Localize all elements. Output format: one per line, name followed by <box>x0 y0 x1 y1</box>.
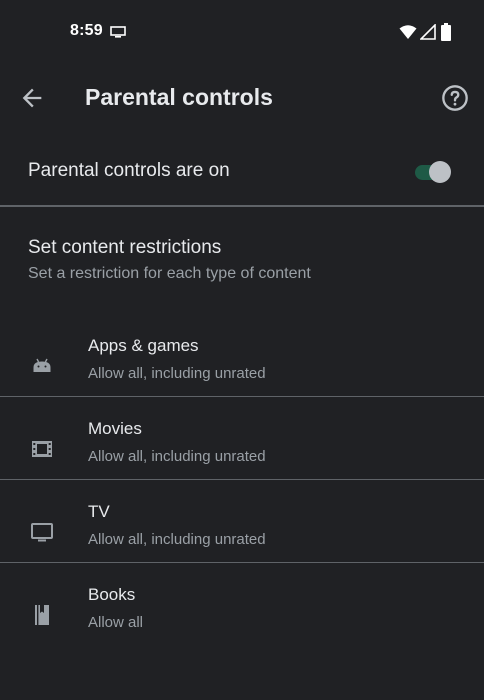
section-subtitle: Set a restriction for each type of conte… <box>28 265 311 282</box>
list-item-title: TV <box>88 502 110 521</box>
divider <box>0 396 484 397</box>
list-item-subtitle: Allow all, including unrated <box>88 448 266 465</box>
section-title: Set content restrictions <box>28 237 222 258</box>
arrow-back-icon[interactable] <box>18 84 46 112</box>
film-icon <box>32 441 52 457</box>
switch-thumb <box>429 161 451 183</box>
status-time: 8:59 <box>70 22 103 39</box>
list-item-tv[interactable]: TV Allow all, including unrated <box>0 496 484 578</box>
list-item-apps-games[interactable]: Apps & games Allow all, including unrate… <box>0 330 484 412</box>
list-item-title: Movies <box>88 419 142 438</box>
help-circle-icon[interactable] <box>441 84 469 112</box>
divider <box>0 562 484 563</box>
list-item-books[interactable]: Books Allow all <box>0 579 484 661</box>
list-item-subtitle: Allow all <box>88 614 144 631</box>
wifi-icon <box>399 25 417 39</box>
status-bar: 8:59 <box>0 0 484 64</box>
divider <box>0 479 484 480</box>
divider <box>0 205 484 207</box>
list-item-subtitle: Allow all, including unrated <box>88 365 266 382</box>
signal-icon <box>420 24 436 40</box>
list-item-movies[interactable]: Movies Allow all, including unrated <box>0 413 484 495</box>
parental-controls-status-label: Parental controls are on <box>28 160 230 181</box>
page-title: Parental controls <box>85 84 273 110</box>
parental-controls-switch[interactable] <box>412 159 454 185</box>
app-bar: Parental controls <box>0 64 484 130</box>
list-item-title: Books <box>88 585 136 604</box>
list-item-subtitle: Allow all, including unrated <box>88 531 266 548</box>
parental-controls-toggle-row[interactable]: Parental controls are on <box>0 142 484 202</box>
list-item-title: Apps & games <box>88 336 199 355</box>
battery-icon <box>441 23 451 41</box>
android-icon <box>33 358 51 372</box>
tv-icon <box>31 523 53 542</box>
cast-icon <box>110 26 126 38</box>
book-icon <box>35 605 49 625</box>
